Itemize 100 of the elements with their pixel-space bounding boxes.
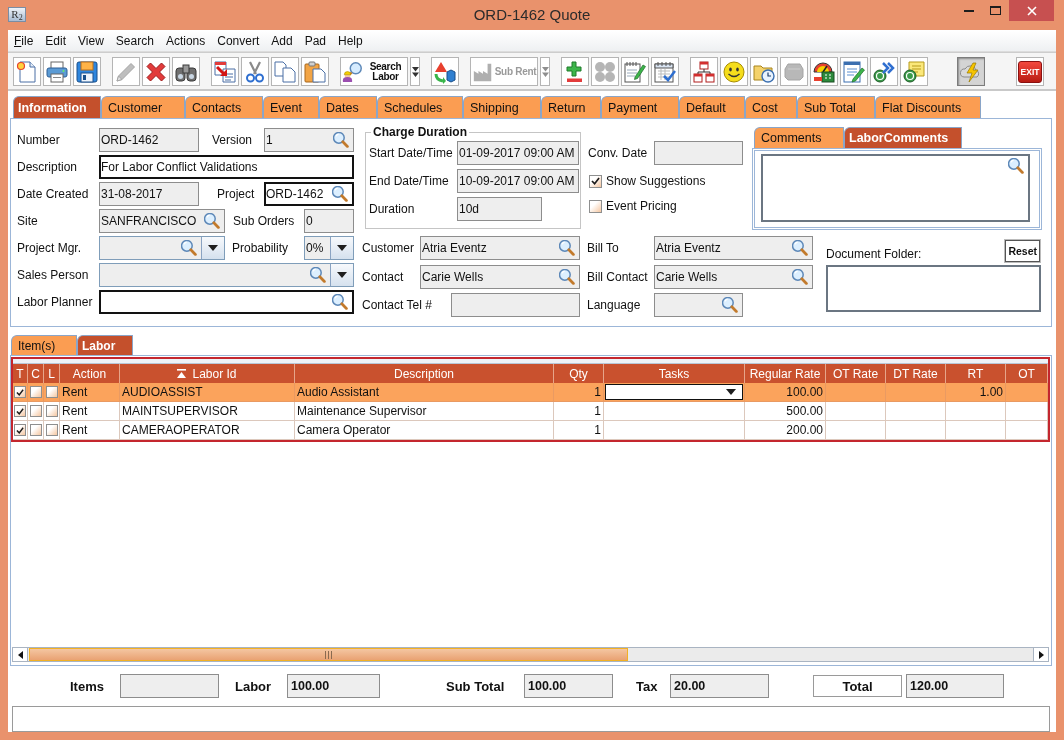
tab[interactable]: Dates xyxy=(319,96,377,118)
column-header[interactable]: Regular Rate xyxy=(745,364,826,383)
tab[interactable]: Information xyxy=(13,96,101,118)
search-icon[interactable] xyxy=(333,132,349,148)
column-header[interactable]: RT xyxy=(946,364,1006,383)
tab[interactable]: LaborComments xyxy=(844,127,962,148)
toolbar-button[interactable] xyxy=(840,57,868,86)
toolbar-button[interactable] xyxy=(900,57,928,86)
search-icon[interactable] xyxy=(559,240,575,256)
menu-item[interactable]: Actions xyxy=(159,34,212,48)
search-icon[interactable] xyxy=(310,267,326,283)
column-header[interactable]: L xyxy=(44,364,60,383)
horizontal-scrollbar[interactable] xyxy=(12,647,1049,662)
search-icon[interactable] xyxy=(332,294,348,310)
search-icon[interactable] xyxy=(792,268,808,285)
lookup-field[interactable] xyxy=(654,293,743,317)
search-icon[interactable] xyxy=(792,240,808,256)
toolbar-button[interactable] xyxy=(73,57,101,86)
toolbar-button[interactable] xyxy=(810,57,838,86)
lookup-field[interactable]: SANFRANCISCO xyxy=(99,209,225,233)
text-field[interactable]: 10d xyxy=(457,197,542,221)
menu-item[interactable]: File xyxy=(8,34,40,48)
tab[interactable]: Schedules xyxy=(377,96,463,118)
checkbox[interactable] xyxy=(45,405,58,417)
text-field[interactable]: 10-09-2017 09:00 AM xyxy=(457,169,579,193)
table-row[interactable]: Rent MAINTSUPERVISOR Maintenance Supervisor 1 500.00 xyxy=(13,402,1048,421)
checkbox[interactable] xyxy=(45,424,58,436)
dropdown-arrow-button[interactable] xyxy=(410,57,420,86)
combo-box[interactable] xyxy=(605,384,743,400)
search-icon[interactable] xyxy=(1008,158,1024,174)
tab[interactable]: Event xyxy=(263,96,319,118)
column-header[interactable]: Action xyxy=(60,364,120,383)
toolbar-button[interactable] xyxy=(211,57,239,86)
text-field[interactable]: 31-08-2017 xyxy=(99,182,199,206)
tab[interactable]: Cost xyxy=(745,96,797,118)
checkbox[interactable] xyxy=(14,405,26,417)
text-field[interactable]: 01-09-2017 09:00 AM xyxy=(457,141,579,165)
text-field[interactable]: 0 xyxy=(304,209,354,233)
tab[interactable]: Sub Total xyxy=(797,96,875,118)
tab[interactable]: Contacts xyxy=(185,96,263,118)
menu-item[interactable]: Convert xyxy=(211,34,266,48)
toolbar-button[interactable] xyxy=(750,57,778,86)
total-field[interactable]: 20.00 xyxy=(670,674,769,698)
scrollbar-thumb[interactable] xyxy=(29,648,628,661)
tab[interactable]: Customer xyxy=(101,96,185,118)
menu-item[interactable]: View xyxy=(72,34,110,48)
toolbar-button[interactable] xyxy=(651,57,679,86)
toolbar-button[interactable] xyxy=(172,57,200,86)
exit-button[interactable]: EXIT xyxy=(1016,57,1044,86)
checkbox[interactable] xyxy=(589,174,602,188)
toolbar-button[interactable] xyxy=(142,57,170,86)
toolbar-button[interactable] xyxy=(241,57,269,86)
tab[interactable]: Item(s) xyxy=(11,335,77,355)
text-field[interactable] xyxy=(451,293,580,317)
comments-field[interactable] xyxy=(761,154,1030,222)
checkbox[interactable] xyxy=(29,424,42,436)
checkbox[interactable] xyxy=(14,386,26,398)
document-folder-field[interactable] xyxy=(826,265,1041,312)
scroll-left-button[interactable] xyxy=(13,648,28,661)
search-icon[interactable] xyxy=(559,268,575,285)
menu-item[interactable]: Help xyxy=(332,34,369,48)
column-header[interactable]: OT Rate xyxy=(826,364,886,383)
search-icon[interactable] xyxy=(181,240,197,256)
column-header[interactable]: Labor Id xyxy=(120,364,295,383)
lookup-field[interactable]: ORD-1462 xyxy=(264,182,354,206)
menu-item[interactable]: Search xyxy=(109,34,160,48)
combo-box[interactable]: 0% xyxy=(304,236,354,260)
menu-item[interactable]: Pad xyxy=(298,34,332,48)
lookup-field[interactable]: Atria Eventz xyxy=(420,236,580,260)
reset-button[interactable]: Reset xyxy=(1005,240,1040,262)
total-field[interactable]: 120.00 xyxy=(906,674,1004,698)
text-field[interactable] xyxy=(654,141,743,165)
tab[interactable]: Shipping xyxy=(463,96,541,118)
tab[interactable]: Labor xyxy=(77,335,133,355)
toolbar-button[interactable] xyxy=(720,57,748,86)
toolbar-button[interactable] xyxy=(561,57,589,86)
lookup-field[interactable]: Atria Eventz xyxy=(654,236,813,260)
total-field[interactable]: 100.00 xyxy=(524,674,613,698)
checkbox[interactable] xyxy=(45,386,58,398)
tab[interactable]: Return xyxy=(541,96,601,118)
column-header[interactable]: DT Rate xyxy=(886,364,946,383)
lookup-field[interactable]: 1 xyxy=(264,128,354,152)
checkbox[interactable] xyxy=(589,199,602,213)
column-header[interactable]: Qty xyxy=(554,364,604,383)
tab[interactable]: Default xyxy=(679,96,745,118)
toolbar-button[interactable] xyxy=(690,57,718,86)
table-row[interactable]: Rent AUDIOASSIST Audio Assistant 1 100.00 1.00 xyxy=(13,383,1048,402)
lookup-field[interactable] xyxy=(99,290,354,314)
toolbar-button[interactable] xyxy=(870,57,898,86)
search-icon[interactable] xyxy=(204,213,220,229)
tab[interactable]: Flat Discounts xyxy=(875,96,981,118)
dropdown-button[interactable] xyxy=(330,237,353,259)
toolbar-button[interactable] xyxy=(431,57,459,86)
menu-item[interactable]: Edit xyxy=(39,34,73,48)
column-header[interactable]: Tasks xyxy=(604,364,745,383)
column-header[interactable]: OT xyxy=(1006,364,1048,383)
tab[interactable]: Comments xyxy=(754,127,844,148)
toolbar-button[interactable]: Search Labor xyxy=(340,57,408,86)
dropdown-button[interactable] xyxy=(330,264,353,286)
checkbox[interactable] xyxy=(29,386,42,398)
